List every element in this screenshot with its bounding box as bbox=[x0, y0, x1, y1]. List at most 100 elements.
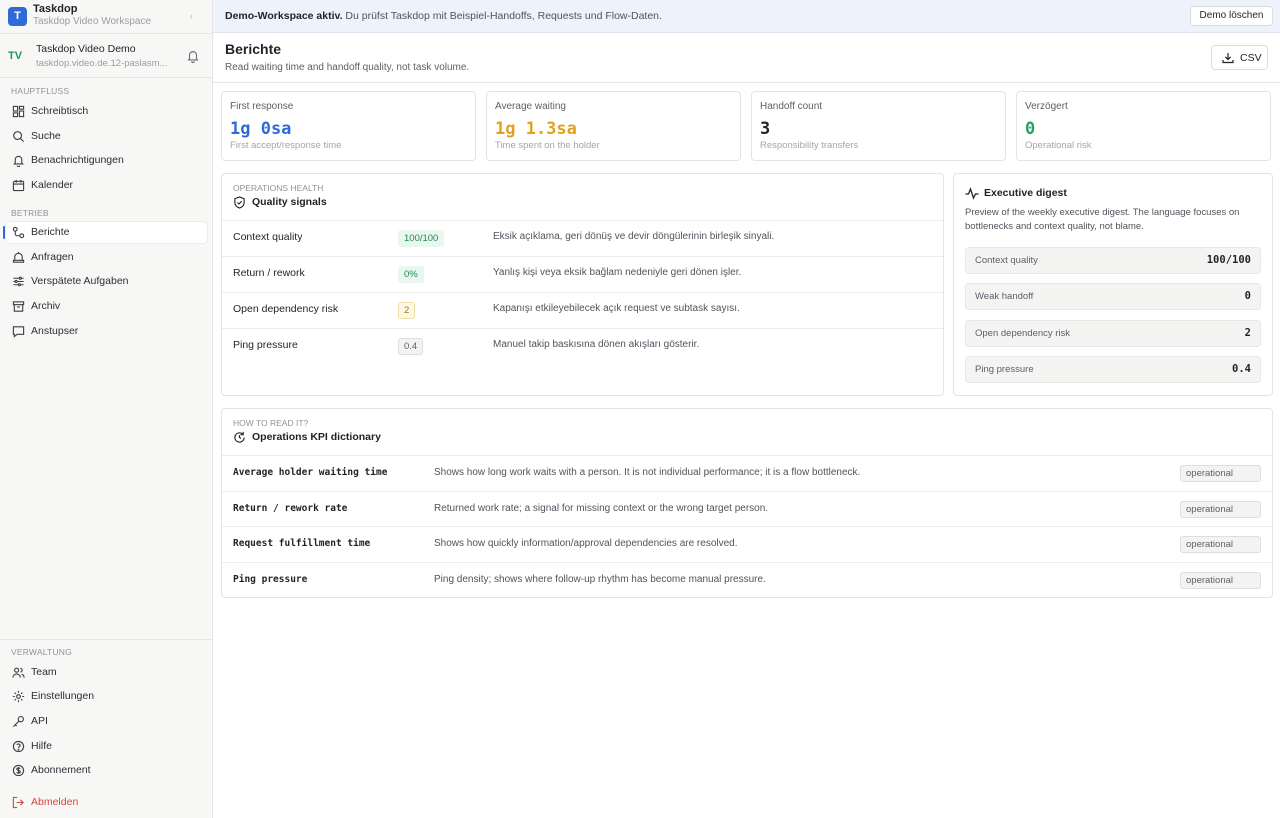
dictionary-tag: operational bbox=[1180, 536, 1261, 553]
dictionary-tag: operational bbox=[1180, 465, 1261, 482]
dictionary-description: Shows how long work waits with a person.… bbox=[434, 467, 861, 478]
panel-eyebrow: OPERATIONS HEALTH bbox=[233, 183, 324, 193]
digest-metric-value: 0.4 bbox=[1232, 363, 1251, 375]
bell-icon[interactable] bbox=[186, 49, 200, 63]
signal-name: Ping pressure bbox=[233, 339, 298, 351]
kpi-sub: Time spent on the holder bbox=[495, 140, 600, 151]
sidebar-item-verspaetete-aufgaben[interactable]: Verspätete Aufgaben bbox=[6, 271, 207, 292]
dictionary-description: Returned work rate; a signal for missing… bbox=[434, 503, 769, 514]
signal-row: Return / rework 0% Yanlış kişi veya eksi… bbox=[222, 256, 943, 292]
kpi-value: 0 bbox=[1025, 119, 1036, 139]
section-label-admin: VERWALTUNG bbox=[11, 647, 72, 657]
kpi-sub: Operational risk bbox=[1025, 140, 1092, 151]
section-label-ops: BETRIEB bbox=[11, 208, 49, 218]
kpi-dictionary-panel: HOW TO READ IT? Operations KPI dictionar… bbox=[221, 408, 1273, 598]
panel-title: Quality signals bbox=[252, 196, 327, 208]
sidebar-item-archiv[interactable]: Archiv bbox=[6, 296, 207, 317]
page-header: Berichte Read waiting time and handoff q… bbox=[213, 33, 1280, 83]
signal-name: Open dependency risk bbox=[233, 303, 339, 315]
dictionary-row: Request fulfillment time Shows how quick… bbox=[222, 526, 1273, 562]
brand-header[interactable]: T Taskdop Taskdop Video Workspace ‹ bbox=[0, 0, 212, 34]
reports-icon bbox=[12, 226, 25, 239]
dictionary-tag: operational bbox=[1180, 572, 1261, 589]
refresh-icon bbox=[234, 431, 245, 443]
brand-subtitle: Taskdop Video Workspace bbox=[33, 16, 152, 27]
signal-row: Context quality 100/100 Eksik açıklama, … bbox=[222, 220, 943, 256]
signal-name: Return / rework bbox=[233, 267, 305, 279]
signal-badge: 0% bbox=[398, 266, 424, 283]
signal-badge: 2 bbox=[398, 302, 416, 319]
sidebar-item-hilfe[interactable]: Hilfe bbox=[6, 736, 207, 757]
sidebar-item-label: Berichte bbox=[31, 226, 70, 238]
sidebar-item-suche[interactable]: Suche bbox=[6, 126, 207, 147]
shield-check-icon bbox=[234, 196, 245, 209]
sidebar-item-label: Suche bbox=[31, 130, 61, 142]
dictionary-row: Average holder waiting time Shows how lo… bbox=[222, 455, 1273, 491]
kpi-sub: Responsibility transfers bbox=[760, 140, 859, 151]
banner-text: Demo-Workspace aktiv. Du prüfst Taskdop … bbox=[225, 10, 662, 22]
sidebar-item-label: API bbox=[31, 715, 48, 727]
kpi-label: Handoff count bbox=[760, 101, 823, 112]
signal-description: Eksik açıklama, geri dönüş ve devir döng… bbox=[493, 231, 775, 242]
kpi-card-average-waiting: Average waiting 1g 1.3sa Time spent on t… bbox=[486, 91, 741, 161]
sidebar-item-anstupser[interactable]: Anstupser bbox=[6, 321, 207, 342]
workspace-name: Taskdop Video Demo bbox=[36, 43, 136, 55]
sidebar-item-berichte[interactable]: Berichte bbox=[3, 222, 207, 243]
sidebar-item-label: Abonnement bbox=[31, 764, 91, 776]
workspace-switcher[interactable]: TV Taskdop Video Demo taskdop.video.de.1… bbox=[0, 34, 212, 78]
sidebar-item-einstellungen[interactable]: Einstellungen bbox=[6, 686, 207, 707]
dollar-icon bbox=[12, 764, 25, 777]
archive-icon bbox=[12, 301, 25, 312]
kpi-sub: First accept/response time bbox=[230, 140, 342, 151]
dictionary-term: Request fulfillment time bbox=[233, 538, 371, 549]
workspace-avatar: TV bbox=[8, 50, 23, 62]
sidebar-item-team[interactable]: Team bbox=[6, 662, 207, 683]
digest-title: Executive digest bbox=[984, 187, 1067, 199]
dashboard-icon bbox=[12, 105, 25, 118]
sidebar-item-label: Archiv bbox=[31, 300, 61, 312]
key-icon bbox=[12, 716, 24, 728]
settings-icon bbox=[12, 690, 25, 703]
banner-bold: Demo-Workspace aktiv. bbox=[225, 10, 343, 22]
logout-button[interactable]: Abmelden bbox=[6, 792, 207, 813]
sidebar-item-label: Verspätete Aufgaben bbox=[31, 275, 129, 287]
workspace-url: taskdop.video.de.12-paslasm... bbox=[36, 58, 168, 69]
sidebar-item-label: Schreibtisch bbox=[31, 105, 89, 117]
signal-row: Ping pressure 0.4 Manuel takip baskısına… bbox=[222, 328, 943, 364]
sidebar-item-anfragen[interactable]: Anfragen bbox=[6, 247, 207, 268]
sidebar: T Taskdop Taskdop Video Workspace ‹ TV T… bbox=[0, 0, 213, 818]
sidebar-item-benachrichtigungen[interactable]: Benachrichtigungen bbox=[6, 150, 207, 171]
banner-message: Du prüfst Taskdop mit Beispiel-Handoffs,… bbox=[345, 10, 662, 22]
collapse-sidebar-button[interactable]: ‹ bbox=[190, 11, 193, 21]
sidebar-item-label: Anstupser bbox=[31, 325, 79, 337]
sidebar-item-label: Anfragen bbox=[31, 251, 74, 263]
sidebar-item-label: Hilfe bbox=[31, 740, 53, 752]
brand-logo: T bbox=[8, 7, 27, 26]
signal-name: Context quality bbox=[233, 231, 303, 243]
dictionary-row: Return / rework rate Returned work rate;… bbox=[222, 491, 1273, 527]
signal-description: Kapanışı etkileyebilecek açık request ve… bbox=[493, 303, 740, 314]
digest-description: Preview of the weekly executive digest. … bbox=[965, 207, 1240, 232]
panel-eyebrow: HOW TO READ IT? bbox=[233, 418, 309, 428]
panel-title: Operations KPI dictionary bbox=[252, 431, 381, 443]
sidebar-item-api[interactable]: API bbox=[6, 711, 207, 732]
sidebar-item-abonnement[interactable]: Abonnement bbox=[6, 760, 207, 781]
message-icon bbox=[12, 326, 25, 338]
calendar-icon bbox=[12, 179, 25, 192]
csv-label: CSV bbox=[1240, 52, 1262, 64]
activity-icon bbox=[965, 187, 979, 200]
page-title: Berichte bbox=[225, 41, 282, 57]
executive-digest-panel: Executive digest Preview of the weekly e… bbox=[953, 173, 1273, 396]
sidebar-item-kalender[interactable]: Kalender bbox=[6, 175, 207, 196]
kpi-value: 3 bbox=[760, 119, 771, 139]
sidebar-item-label: Team bbox=[31, 666, 57, 678]
sidebar-item-schreibtisch[interactable]: Schreibtisch bbox=[6, 101, 207, 122]
search-icon bbox=[13, 131, 25, 143]
delete-demo-button[interactable]: Demo löschen bbox=[1190, 6, 1273, 26]
dictionary-term: Return / rework rate bbox=[233, 503, 348, 514]
brand-title: Taskdop bbox=[33, 3, 78, 15]
csv-export-button[interactable]: CSV bbox=[1211, 45, 1268, 70]
dictionary-term: Average holder waiting time bbox=[233, 467, 388, 478]
signal-badge: 100/100 bbox=[398, 230, 445, 247]
download-icon bbox=[1222, 53, 1234, 64]
